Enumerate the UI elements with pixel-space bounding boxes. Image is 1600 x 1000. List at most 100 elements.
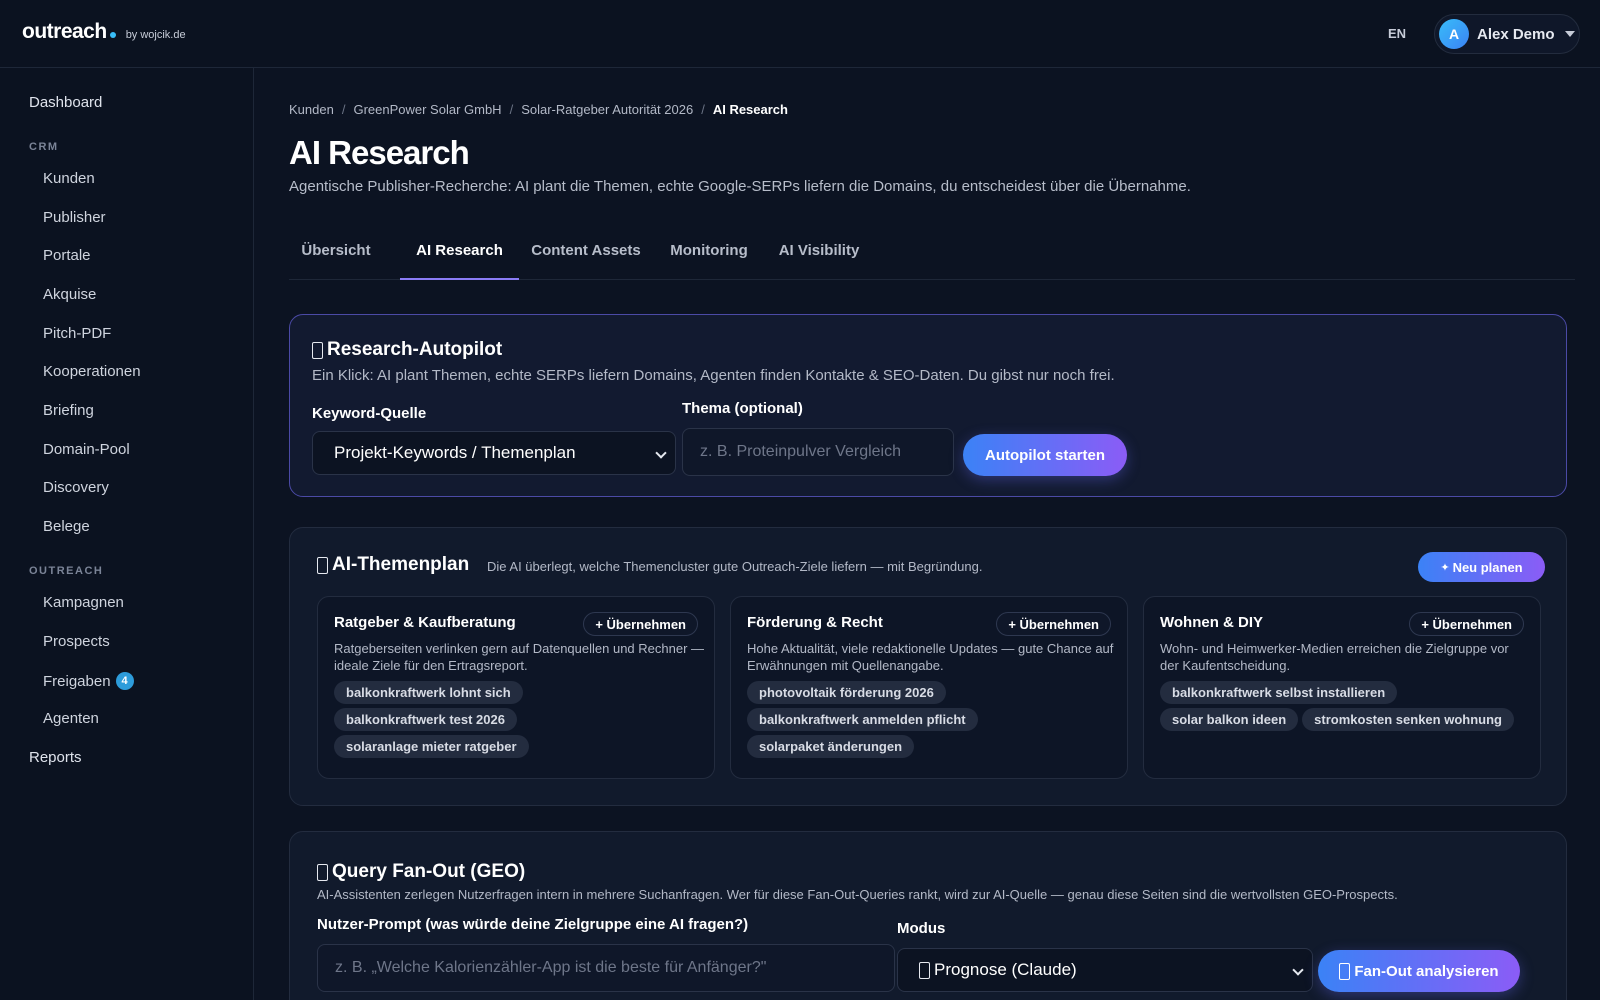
keyword-chips: balkonkraftwerk selbst installieren sola… xyxy=(1160,681,1530,731)
sidebar-item-reports[interactable]: Reports xyxy=(29,749,82,766)
logo-byline: by wojcik.de xyxy=(125,29,186,41)
sidebar-item-kooperationen[interactable]: Kooperationen xyxy=(43,363,141,380)
mode-value: Prognose (Claude) xyxy=(934,960,1077,979)
keyword-chips: balkonkraftwerk lohnt sich balkonkraftwe… xyxy=(334,681,704,758)
sparkle-icon: ✦ xyxy=(1440,561,1450,574)
sidebar-item-publisher[interactable]: Publisher xyxy=(43,209,106,226)
replan-button[interactable]: ✦ Neu planen xyxy=(1418,552,1545,582)
breadcrumb-current: AI Research xyxy=(712,102,788,117)
tab-uebersicht[interactable]: Übersicht xyxy=(289,228,383,280)
topic-card-ratgeber: Ratgeber & Kaufberatung + Übernehmen Rat… xyxy=(317,596,715,779)
sidebar-item-kunden[interactable]: Kunden xyxy=(43,170,95,187)
search-icon xyxy=(1339,962,1351,980)
breadcrumb-project[interactable]: Solar-Ratgeber Autorität 2026 xyxy=(521,102,693,117)
fanout-title: Query Fan-Out (GEO) xyxy=(317,861,525,883)
page-subtitle: Agentische Publisher-Recherche: AI plant… xyxy=(289,178,1191,195)
themenplan-title: AI-Themenplan xyxy=(317,554,469,576)
sidebar-item-kampagnen[interactable]: Kampagnen xyxy=(43,594,124,611)
tab-ai-research[interactable]: AI Research xyxy=(400,228,519,280)
sidebar-item-dashboard[interactable]: Dashboard xyxy=(29,94,102,111)
sidebar-item-pitch-pdf[interactable]: Pitch-PDF xyxy=(43,325,111,342)
autopilot-card: Research-Autopilot Ein Klick: AI plant T… xyxy=(289,314,1567,497)
sidebar-item-belege[interactable]: Belege xyxy=(43,518,90,535)
logo[interactable]: outreach by wojcik.de xyxy=(22,20,186,44)
top-bar: outreach by wojcik.de EN A Alex Demo xyxy=(0,0,1600,68)
topic-description: Ratgeberseiten verlinken gern auf Datenq… xyxy=(334,641,705,673)
keyword-chip: balkonkraftwerk selbst installieren xyxy=(1160,681,1398,704)
breadcrumb: Kunden / GreenPower Solar GmbH / Solar-R… xyxy=(289,102,788,117)
autopilot-title: Research-Autopilot xyxy=(312,339,502,361)
breadcrumb-separator: / xyxy=(509,102,514,117)
sidebar-item-domain-pool[interactable]: Domain-Pool xyxy=(43,441,130,458)
sidebar-item-discovery[interactable]: Discovery xyxy=(43,479,109,496)
keyword-chip: balkonkraftwerk test 2026 xyxy=(334,708,517,731)
adopt-topic-button[interactable]: + Übernehmen xyxy=(1409,612,1524,636)
topic-name: Förderung & Recht xyxy=(747,614,883,631)
prompt-label: Nutzer-Prompt (was würde deine Zielgrupp… xyxy=(317,916,749,933)
branch-icon xyxy=(317,863,328,881)
topic-name: Ratgeber & Kaufberatung xyxy=(334,614,516,631)
chevron-down-icon xyxy=(1292,964,1304,976)
topic-card-wohnen: Wohnen & DIY + Übernehmen Wohn- und Heim… xyxy=(1143,596,1541,779)
sidebar: Dashboard CRM Kunden Publisher Portale A… xyxy=(0,68,254,1000)
fanout-analyze-label: Fan-Out analysieren xyxy=(1354,962,1499,980)
topic-description: Hohe Aktualität, viele redaktionelle Upd… xyxy=(747,641,1114,673)
autopilot-title-text: Research-Autopilot xyxy=(327,339,503,360)
replan-button-label: Neu planen xyxy=(1452,559,1523,575)
fanout-title-text: Query Fan-Out (GEO) xyxy=(332,861,526,882)
chevron-down-icon xyxy=(655,447,667,459)
adopt-topic-button[interactable]: + Übernehmen xyxy=(583,612,698,636)
sidebar-item-prospects[interactable]: Prospects xyxy=(43,633,110,650)
themenplan-description: Die AI überlegt, welche Themencluster gu… xyxy=(487,559,983,574)
sidebar-item-briefing[interactable]: Briefing xyxy=(43,402,94,419)
keyword-chip: balkonkraftwerk lohnt sich xyxy=(334,681,523,704)
fanout-description: AI-Assistenten zerlegen Nutzerfragen int… xyxy=(317,887,1398,902)
breadcrumb-customer[interactable]: GreenPower Solar GmbH xyxy=(353,102,501,117)
user-menu[interactable]: A Alex Demo xyxy=(1434,14,1580,54)
tab-ai-visibility[interactable]: AI Visibility xyxy=(771,228,867,280)
tab-content-assets[interactable]: Content Assets xyxy=(527,228,645,280)
chevron-down-icon xyxy=(1564,31,1575,37)
sidebar-section-outreach: OUTREACH xyxy=(29,565,104,577)
main-content: Kunden / GreenPower Solar GmbH / Solar-R… xyxy=(254,68,1600,1000)
sidebar-item-label: Freigaben xyxy=(43,672,111,690)
sidebar-item-akquise[interactable]: Akquise xyxy=(43,286,96,303)
tab-bar: Übersicht AI Research Content Assets Mon… xyxy=(289,228,1575,280)
keyword-chip: solaranlage mieter ratgeber xyxy=(334,735,529,758)
fanout-analyze-button[interactable]: Fan-Out analysieren xyxy=(1318,950,1520,992)
breadcrumb-kunden[interactable]: Kunden xyxy=(289,102,334,117)
sidebar-item-agenten[interactable]: Agenten xyxy=(43,710,99,727)
logo-dot xyxy=(109,32,116,38)
page-title: AI Research xyxy=(289,134,470,171)
crystal-ball-icon xyxy=(919,961,930,979)
fanout-card: Query Fan-Out (GEO) AI-Assistenten zerle… xyxy=(289,831,1567,1000)
keyword-chip: photovoltaik förderung 2026 xyxy=(747,681,946,704)
topic-input[interactable] xyxy=(682,428,954,476)
autopilot-description: Ein Klick: AI plant Themen, echte SERPs … xyxy=(312,367,1115,384)
user-name: Alex Demo xyxy=(1477,25,1555,43)
count-badge: 4 xyxy=(115,672,134,690)
adopt-topic-button[interactable]: + Übernehmen xyxy=(996,612,1111,636)
topic-card-foerderung: Förderung & Recht + Übernehmen Hohe Aktu… xyxy=(730,596,1128,779)
brain-icon xyxy=(317,556,328,574)
keyword-chips: photovoltaik förderung 2026 balkonkraftw… xyxy=(747,681,1117,758)
sidebar-section-crm: CRM xyxy=(29,141,59,153)
breadcrumb-separator: / xyxy=(341,102,346,117)
mode-select[interactable]: Prognose (Claude) xyxy=(897,948,1313,992)
sidebar-item-freigaben[interactable]: Freigaben 4 xyxy=(43,672,134,690)
keyword-source-select[interactable]: Projekt-Keywords / Themenplan xyxy=(312,431,676,475)
keyword-chip: solar balkon ideen xyxy=(1160,708,1299,731)
tab-monitoring[interactable]: Monitoring xyxy=(663,228,755,280)
prompt-input[interactable] xyxy=(317,944,895,992)
themenplan-card: AI-Themenplan Die AI überlegt, welche Th… xyxy=(289,527,1567,806)
sidebar-item-portale[interactable]: Portale xyxy=(43,247,91,264)
keyword-chip: balkonkraftwerk anmelden pflicht xyxy=(747,708,978,731)
themenplan-title-text: AI-Themenplan xyxy=(332,554,470,575)
language-switch[interactable]: EN xyxy=(1388,26,1406,41)
autopilot-start-button[interactable]: Autopilot starten xyxy=(963,434,1127,476)
topic-name: Wohnen & DIY xyxy=(1160,614,1264,631)
robot-icon xyxy=(312,341,323,359)
avatar: A xyxy=(1439,19,1469,49)
keyword-chip: solarpaket änderungen xyxy=(747,735,915,758)
keyword-source-label: Keyword-Quelle xyxy=(312,405,427,422)
